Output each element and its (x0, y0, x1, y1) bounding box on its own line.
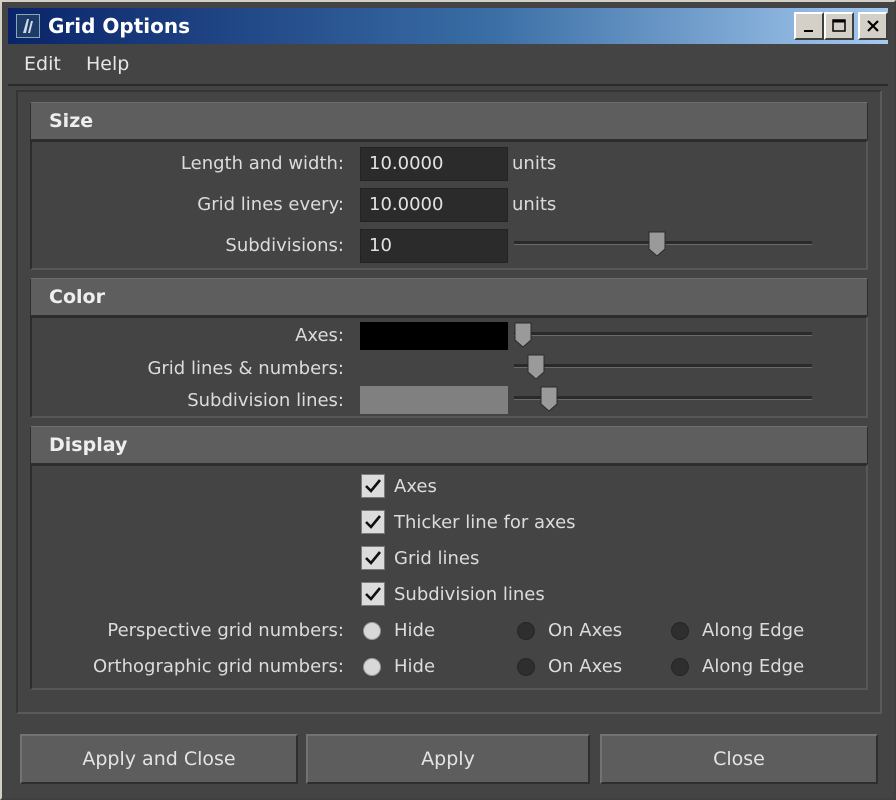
menu-edit[interactable]: Edit (24, 52, 61, 76)
subdivision-lines-color-label: Subdivision lines: (187, 390, 344, 411)
axes-color-slider[interactable] (514, 332, 812, 336)
window-title: Grid Options (48, 14, 191, 38)
axes-color-slider-thumb[interactable] (514, 322, 532, 348)
thicker-line-checkbox[interactable] (361, 510, 385, 534)
axes-checkbox-label: Axes (394, 476, 437, 497)
checkmark-icon (365, 587, 382, 601)
grid-lines-every-label: Grid lines every: (197, 194, 344, 215)
subdivisions-slider-thumb[interactable] (648, 231, 666, 257)
grid-lines-every-field[interactable]: 10.0000 (360, 188, 508, 222)
persp-along-edge-label: Along Edge (702, 620, 805, 641)
close-window-button[interactable] (858, 12, 888, 40)
subdivisions-field[interactable]: 10 (360, 229, 508, 263)
subdivision-lines-color-slider-thumb[interactable] (540, 386, 558, 412)
subdivision-lines-checkbox[interactable] (361, 582, 385, 606)
length-width-label: Length and width: (180, 153, 344, 174)
section-color-header[interactable]: Color (30, 278, 868, 316)
thicker-line-checkbox-label: Thicker line for axes (394, 512, 576, 533)
ortho-hide-label: Hide (394, 656, 436, 677)
axes-color-swatch[interactable] (360, 322, 508, 350)
maximize-icon (832, 19, 846, 32)
grid-lines-checkbox-label: Grid lines (394, 548, 480, 569)
app-icon[interactable] (16, 14, 40, 38)
minimize-icon (804, 30, 813, 32)
menu-separator (8, 84, 888, 86)
maximize-button[interactable] (824, 12, 854, 40)
subdivision-lines-color-slider[interactable] (514, 396, 812, 400)
ortho-hide-radio[interactable] (363, 658, 381, 676)
grid-options-window: Grid Options Edit Help Size Length and w… (0, 0, 896, 800)
section-display-header[interactable]: Display (30, 426, 868, 464)
grid-lines-numbers-slider-thumb[interactable] (527, 354, 545, 380)
subdivisions-label: Subdivisions: (225, 235, 344, 256)
orthographic-grid-numbers-label: Orthographic grid numbers: (92, 656, 344, 677)
ortho-along-edge-radio[interactable] (671, 658, 689, 676)
grid-lines-numbers-swatch[interactable] (360, 354, 508, 382)
grid-lines-every-unit: units (512, 194, 557, 215)
section-display-title: Display (49, 434, 128, 456)
subdivision-lines-checkbox-label: Subdivision lines (394, 584, 545, 605)
grid-lines-numbers-label: Grid lines & numbers: (147, 358, 344, 379)
grid-lines-checkbox[interactable] (361, 546, 385, 570)
close-icon (867, 20, 879, 32)
persp-on-axes-label: On Axes (548, 620, 623, 641)
persp-on-axes-radio[interactable] (517, 622, 535, 640)
section-color-title: Color (49, 286, 105, 308)
section-size-title: Size (49, 110, 94, 132)
section-size-header[interactable]: Size (30, 102, 868, 140)
menu-help[interactable]: Help (86, 52, 129, 76)
length-width-unit: units (512, 153, 557, 174)
apply-button[interactable]: Apply (306, 734, 590, 784)
grid-lines-numbers-slider[interactable] (514, 364, 812, 368)
ortho-along-edge-label: Along Edge (702, 656, 805, 677)
persp-hide-label: Hide (394, 620, 436, 641)
menu-bar: Edit Help (8, 46, 888, 82)
apply-and-close-button[interactable]: Apply and Close (20, 734, 298, 784)
title-bar[interactable]: Grid Options (8, 8, 888, 44)
minimize-button[interactable] (794, 12, 824, 40)
checkmark-icon (365, 479, 382, 493)
axes-color-label: Axes: (295, 325, 344, 346)
perspective-grid-numbers-label: Perspective grid numbers: (107, 620, 344, 641)
ortho-on-axes-label: On Axes (548, 656, 623, 677)
ortho-on-axes-radio[interactable] (517, 658, 535, 676)
axes-checkbox[interactable] (361, 474, 385, 498)
persp-along-edge-radio[interactable] (671, 622, 689, 640)
persp-hide-radio[interactable] (363, 622, 381, 640)
checkmark-icon (365, 551, 382, 565)
subdivision-lines-color-swatch[interactable] (360, 386, 508, 414)
checkmark-icon (365, 515, 382, 529)
close-button[interactable]: Close (600, 734, 878, 784)
length-width-field[interactable]: 10.0000 (360, 147, 508, 181)
